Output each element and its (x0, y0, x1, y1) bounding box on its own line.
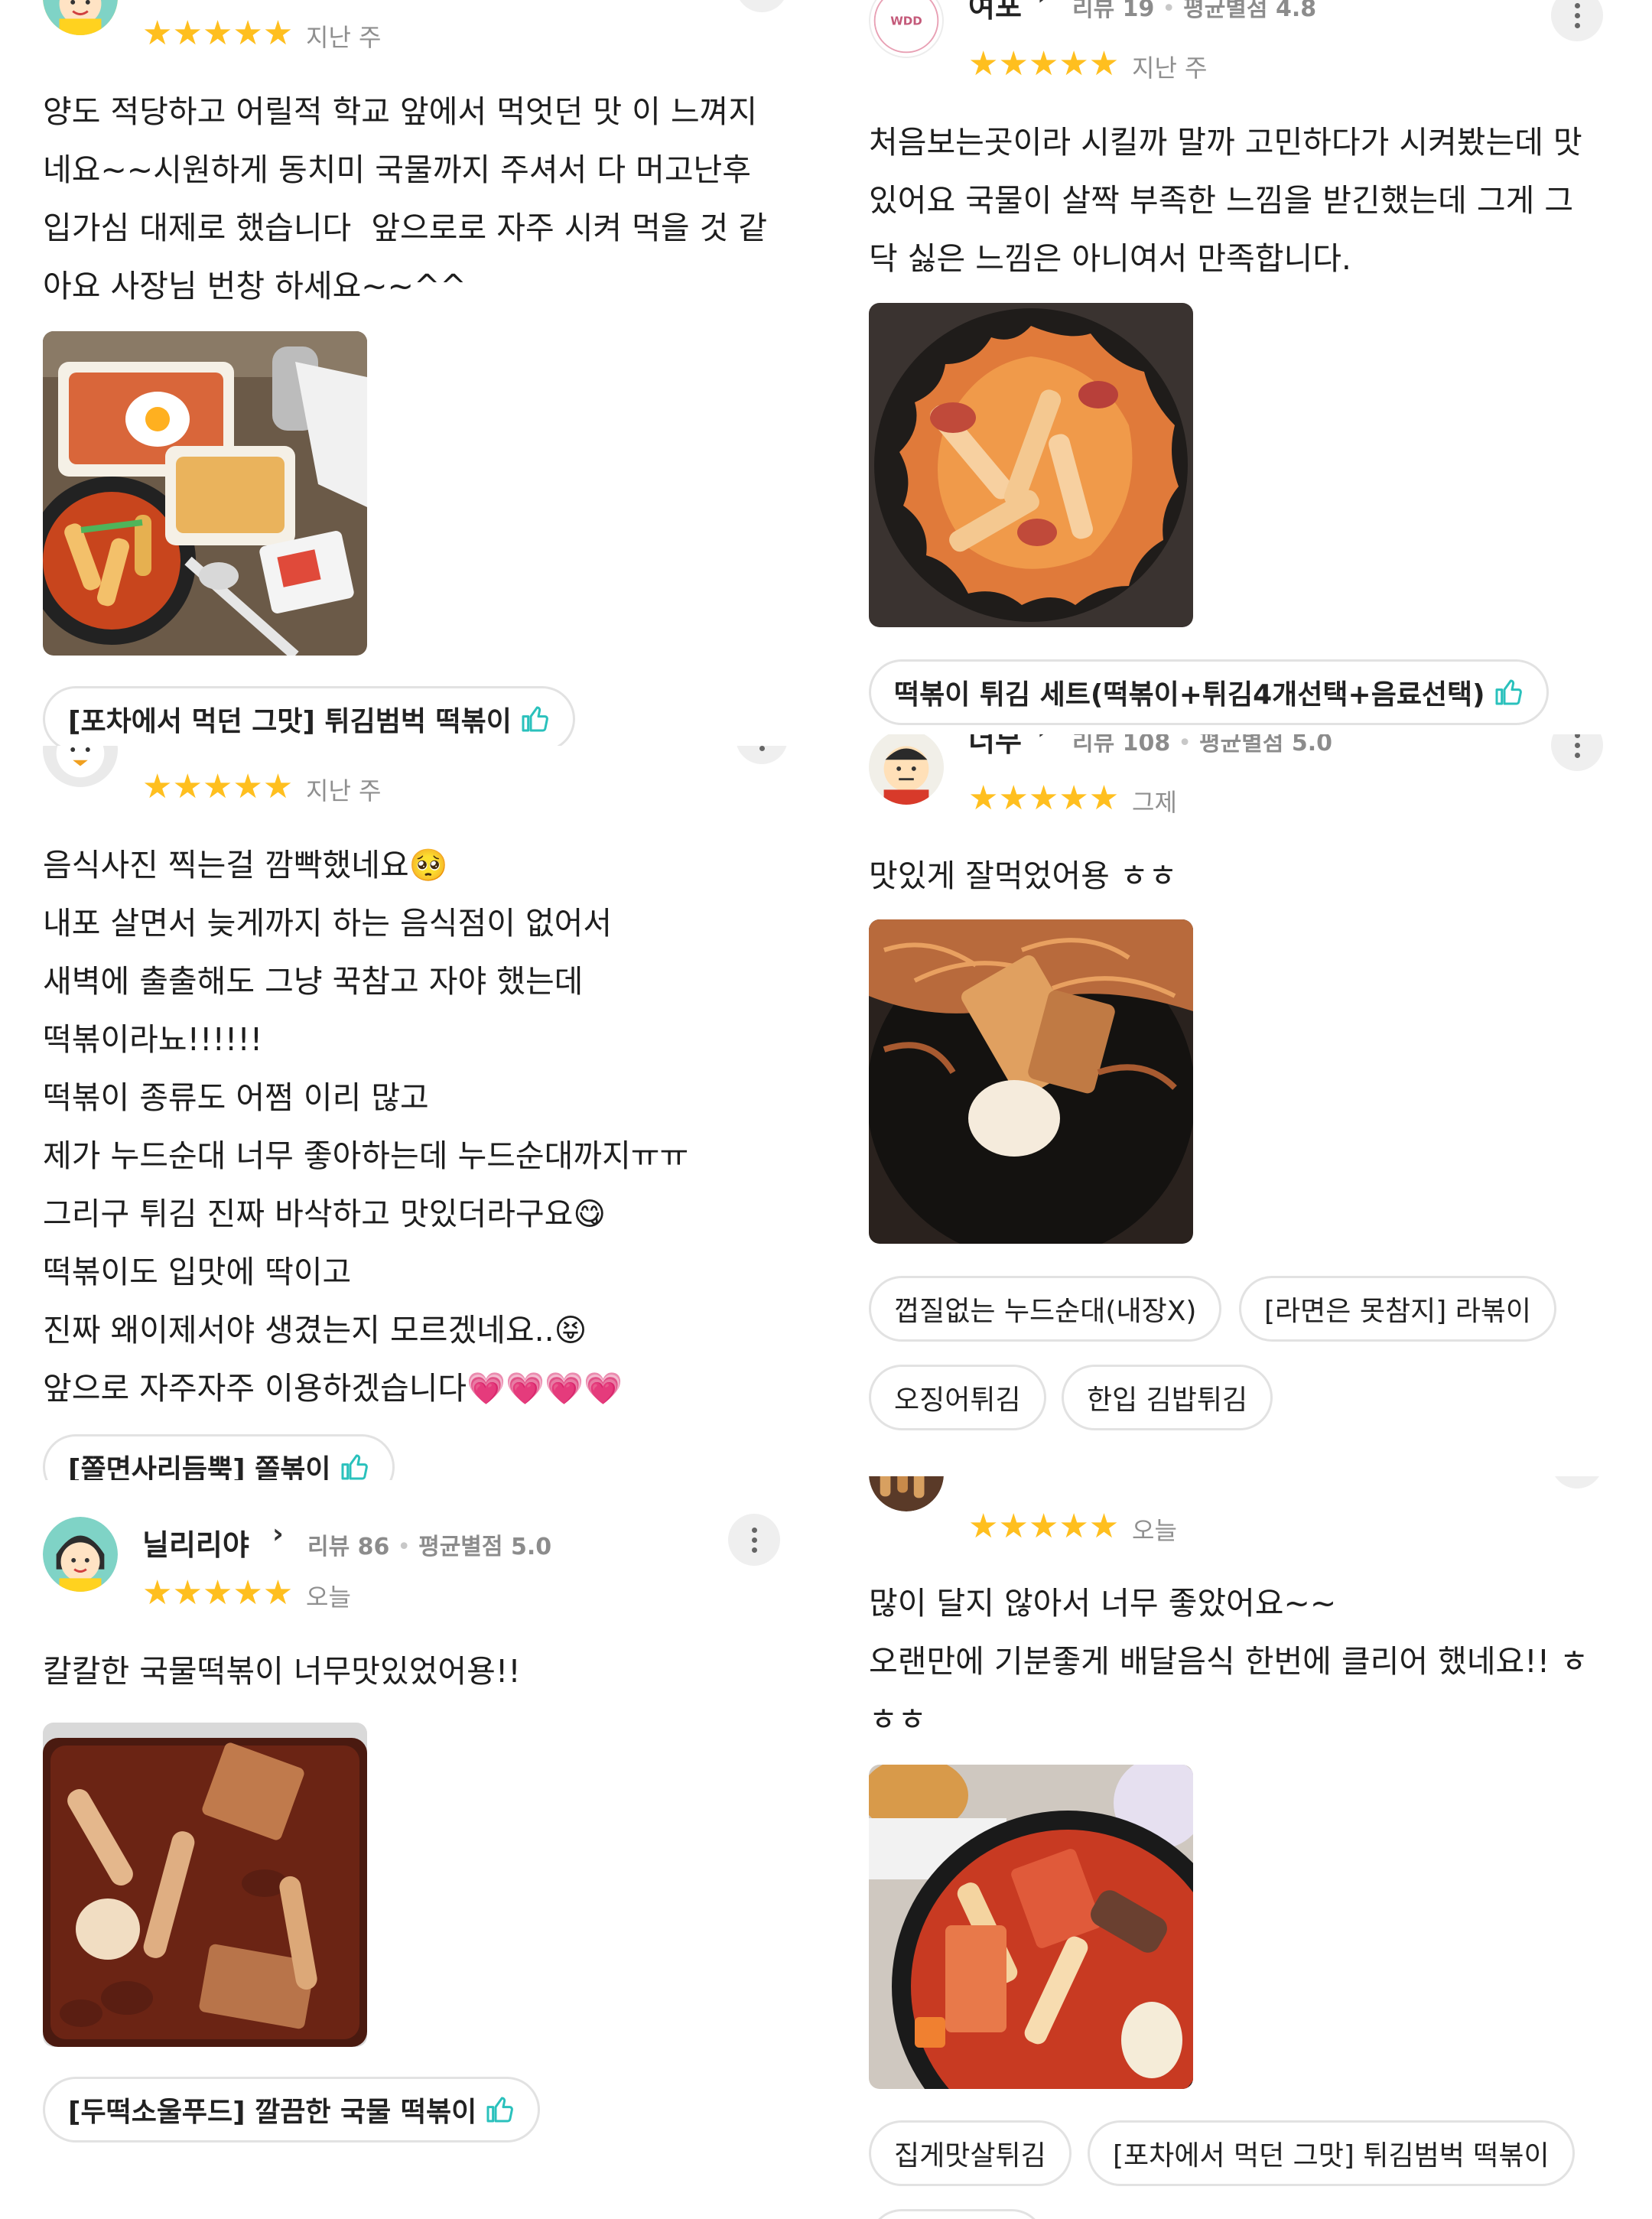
review-date: 지난 주 (306, 776, 382, 805)
avatar-character-icon (43, 0, 118, 35)
review-text: 많이 달지 않아서 너무 좋았어요~~ 오랜만에 기분좋게 배달음식 한번에 클… (869, 1585, 1589, 1738)
store-logo-text: WDD (890, 15, 922, 28)
rating-stars: ★★★★★ (968, 44, 1120, 83)
review-date: 오늘 (1132, 1516, 1177, 1545)
review-photo[interactable] (869, 919, 1193, 1244)
more-options-button[interactable] (736, 0, 788, 12)
review-count: 리뷰 19 (1072, 0, 1155, 22)
rating-stars: ★★★★★ (968, 779, 1120, 818)
menu-chip-label: 떡볶이 튀김 세트(떡볶이+튀김4개선택+음료선택) (894, 679, 1485, 711)
menu-chip[interactable]: [포차에서 먹던 그맛] 튀김범벅 떡볶이 (1088, 2120, 1575, 2186)
food-photo-soup-tteokbokki (43, 1723, 367, 2047)
reviewer-meta: 리뷰 19 • 평균별점 4.8 (1072, 0, 1316, 23)
review-photo[interactable] (869, 1765, 1193, 2089)
food-photo-rabokki (869, 919, 1193, 1244)
average-rating: 평균별점 5.0 (418, 1534, 552, 1560)
chevron-right-icon[interactable]: › (1037, 0, 1049, 11)
review-date: 지난 주 (1132, 54, 1208, 83)
more-options-button[interactable] (1551, 734, 1603, 771)
user-avatar[interactable]: WDD (869, 0, 944, 58)
rating-stars: ★★★★★ (142, 767, 294, 806)
menu-chip-label: 껍질없는 누드순대(내장X) (894, 1296, 1197, 1327)
review-count: 리뷰 108 (1072, 734, 1171, 756)
menu-chip-label: [쫄면사리듬뿍] 쫄볶이 (68, 1454, 331, 1480)
review-date: 오늘 (306, 1583, 351, 1612)
review-card-1: ★★★★★ 지난 주 양도 적당하고 어릴적 학교 앞에서 먹엇던 맛 이 느껴… (0, 0, 826, 746)
menu-chip[interactable]: 껍질없는 누드순대(내장X) (869, 1276, 1222, 1342)
menu-chip[interactable]: 집게맛살튀김 (869, 2120, 1072, 2186)
avatar-photo-icon (869, 1476, 944, 1511)
food-photo-ramen-tteokbokki (43, 331, 367, 656)
user-avatar[interactable] (43, 1517, 118, 1592)
menu-chip-label: 집게맛살튀김 (894, 2140, 1046, 2172)
thumbs-up-icon (484, 2094, 515, 2125)
review-text: 맛있게 잘먹었어용 ㅎㅎ (869, 857, 1178, 894)
store-logo-icon: WDD (873, 0, 939, 54)
rating-stars: ★★★★★ (142, 14, 294, 53)
menu-chip[interactable]: [두떡소울푸드] 깔끔한 국물 떡볶이 (43, 2077, 541, 2143)
avatar-character-icon (43, 1517, 118, 1592)
reviewer-name[interactable]: 너무 (968, 734, 1022, 760)
menu-chip-label: [라면은 못참지] 라볶이 (1264, 1296, 1532, 1327)
menu-chip-label: 한입 김밥튀김 (1087, 1384, 1248, 1416)
menu-chip[interactable]: [쫄면사리듬뿍] 쫄볶이 (43, 1434, 395, 1480)
menu-chip[interactable]: 한입 김밥튀김 (1062, 1365, 1273, 1430)
user-avatar[interactable] (43, 746, 118, 787)
more-options-button[interactable] (1551, 1476, 1603, 1489)
reviewer-name[interactable]: 여포 (968, 0, 1022, 25)
chevron-right-icon[interactable]: › (1037, 734, 1049, 746)
review-card-6: ★★★★★ 오늘 많이 달지 않아서 너무 좋았어요~~ 오랜만에 기분좋게 배… (826, 1476, 1652, 2219)
thumbs-up-icon (339, 1452, 369, 1480)
review-text: 양도 적당하고 어릴적 학교 앞에서 먹엇던 맛 이 느껴지 네요~~시원하게 … (43, 93, 768, 304)
menu-chip-label: [포차에서 먹던 그맛] 튀김범벅 떡볶이 (1113, 2140, 1550, 2172)
food-photo-tteokbokki-fried (869, 1765, 1193, 2089)
rating-stars: ★★★★★ (142, 1573, 294, 1612)
avatar-character-icon (869, 734, 944, 805)
review-text: 칼칼한 국물떡볶이 너무맛있었어용!! (43, 1653, 521, 1690)
menu-chip[interactable]: [라면은 못참지] 라볶이 (1239, 1276, 1557, 1342)
reviewer-meta: 리뷰 86 • 평균별점 5.0 (307, 1534, 552, 1560)
more-options-button[interactable] (1551, 0, 1603, 41)
user-avatar[interactable] (43, 0, 118, 35)
review-card-5: 닐리리야 › 리뷰 86 • 평균별점 5.0 ★★★★★ 오늘 칼칼한 국물떡볶이… (0, 1480, 826, 2219)
reviewer-meta: 리뷰 108 • 평균별점 5.0 (1072, 734, 1332, 757)
more-options-button[interactable] (736, 746, 788, 764)
user-avatar[interactable] (869, 1476, 944, 1511)
review-card-4: 너무 › 리뷰 108•평균별점 5.0 ★★★★★ 그제 맛있게 잘먹었어용 … (826, 734, 1652, 1476)
menu-chip[interactable]: 오징어튀김 (869, 1365, 1046, 1430)
review-photo[interactable] (869, 303, 1193, 627)
menu-chip[interactable]: 떡볶이 튀김 세트(떡볶이+튀김4개선택+음료선택) (869, 659, 1549, 725)
menu-chip-label: [포차에서 먹던 그맛] 튀김범벅 떡볶이 (68, 706, 512, 737)
review-count: 리뷰 86 (307, 1534, 390, 1560)
average-rating: 평균별점 4.8 (1183, 0, 1317, 22)
chevron-right-icon[interactable]: › (272, 1518, 284, 1550)
food-photo-rose-tteokbokki (869, 303, 1193, 627)
menu-chip[interactable]: [포차에서 먹던 그맛] 튀김범벅 떡볶이 (43, 686, 575, 746)
review-date: 그제 (1132, 788, 1177, 817)
reviewer-name[interactable]: 닐리리야 (142, 1521, 249, 1563)
review-photo[interactable] (43, 1723, 367, 2047)
rating-stars: ★★★★★ (968, 1507, 1120, 1546)
review-text: 음식사진 찍는걸 깜빡했네요🥺 내포 살면서 늦게까지 하는 음식점이 없어서 … (43, 847, 689, 1407)
menu-chip-partial[interactable] (869, 2209, 1045, 2219)
avatar-character-icon (43, 746, 118, 787)
thumbs-up-icon (1493, 677, 1524, 708)
review-card-3: ★★★★★ 지난 주 음식사진 찍는걸 깜빡했네요🥺 내포 살면서 늦게까지 하… (0, 746, 826, 1480)
review-date: 지난 주 (306, 23, 382, 52)
thumbs-up-icon (519, 704, 550, 734)
more-options-button[interactable] (728, 1514, 780, 1566)
average-rating: 평균별점 5.0 (1198, 734, 1332, 756)
menu-chip-label: 오징어튀김 (894, 1384, 1021, 1416)
user-avatar[interactable] (869, 734, 944, 805)
menu-chip-label: [두떡소울푸드] 깔끔한 국물 떡볶이 (68, 2097, 477, 2128)
review-card-2: WDD 여포 › 리뷰 19•평균별점 4.8 ★★★★★ 지난 주 처음보는곳… (826, 0, 1652, 734)
review-photo[interactable] (43, 331, 367, 656)
review-text: 처음보는곳이라 시킬까 말까 고민하다가 시켜봤는데 맛 있어요 국물이 살짝 … (869, 124, 1582, 277)
